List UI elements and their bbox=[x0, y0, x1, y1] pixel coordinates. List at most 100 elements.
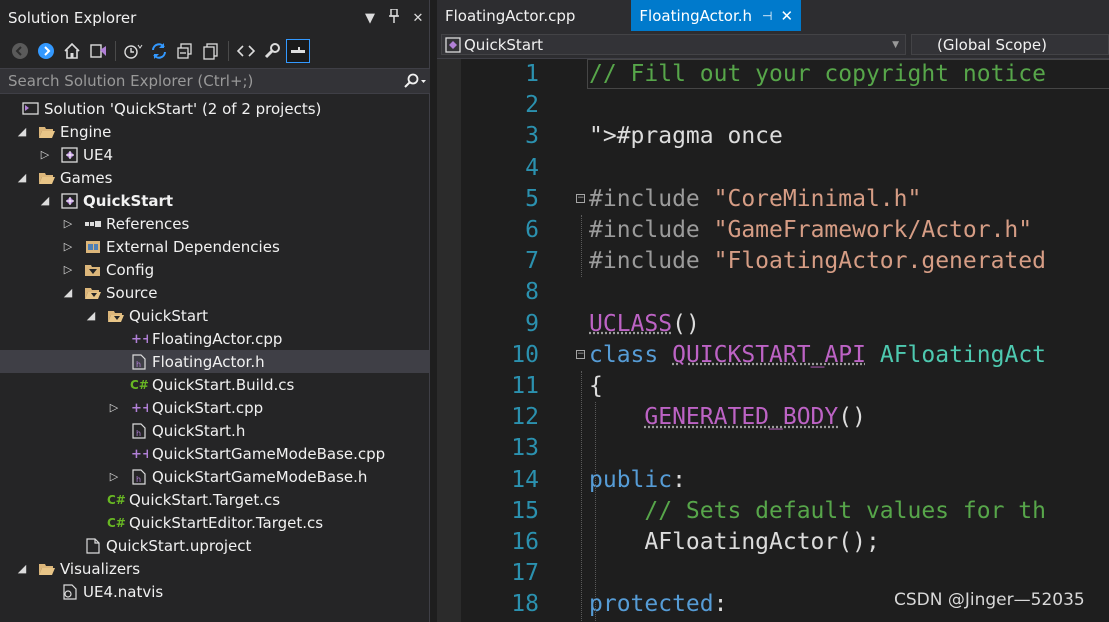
tree-item[interactable]: ◢ Games bbox=[0, 166, 430, 189]
pin-tab-icon[interactable]: ⊣ bbox=[762, 9, 772, 23]
collapse-outline-icon[interactable]: − bbox=[576, 349, 585, 359]
tree-item[interactable]: ◢ QuickStart bbox=[0, 189, 430, 212]
code-line[interactable]: 7 #include "FloatingActor.generated bbox=[461, 246, 1109, 277]
folder-open-icon bbox=[36, 166, 58, 189]
code-line[interactable]: 10 − class QUICKSTART_API AFloatingAct bbox=[461, 340, 1109, 371]
pending-changes-filter-icon[interactable] bbox=[121, 39, 145, 63]
close-icon[interactable]: ✕ bbox=[406, 11, 430, 26]
arrow-spacer bbox=[106, 350, 122, 373]
folder-open-icon bbox=[36, 557, 58, 580]
csharp-file-icon: C# bbox=[128, 373, 150, 396]
arrow-spacer bbox=[60, 534, 76, 557]
code-line[interactable]: 13 bbox=[461, 433, 1109, 464]
expanded-arrow-icon[interactable]: ◢ bbox=[14, 557, 30, 580]
collapse-outline-icon[interactable]: − bbox=[576, 193, 585, 203]
document-tab-label: FloatingActor.h bbox=[639, 6, 753, 25]
tree-item[interactable]: C# QuickStartEditor.Target.cs bbox=[0, 511, 430, 534]
solution-explorer-panel: Solution Explorer ▼ ✕ Search Solution Ex… bbox=[0, 0, 430, 622]
collapsed-arrow-icon[interactable]: ▷ bbox=[60, 258, 76, 281]
code-line[interactable]: 1 // Fill out your copyright notice bbox=[461, 59, 1109, 90]
auto-hide-pin-icon[interactable] bbox=[382, 8, 406, 27]
svg-text:h: h bbox=[136, 429, 141, 438]
document-tab[interactable]: FloatingActor.cpp bbox=[437, 0, 631, 31]
tree-item[interactable]: ◢ Source bbox=[0, 281, 430, 304]
properties-wrench-icon[interactable] bbox=[260, 39, 284, 63]
tree-item[interactable]: ▷ References bbox=[0, 212, 430, 235]
csharp-file-icon: C# bbox=[105, 511, 127, 534]
tree-item[interactable]: ++ QuickStartGameModeBase.cpp bbox=[0, 442, 430, 465]
scope-dropdown[interactable]: (Global Scope) bbox=[911, 34, 1109, 55]
tree-item[interactable]: ▷ Config bbox=[0, 258, 430, 281]
tree-item[interactable]: ▷ ++ QuickStart.cpp bbox=[0, 396, 430, 419]
expanded-arrow-icon[interactable]: ◢ bbox=[60, 281, 76, 304]
switch-views-icon[interactable] bbox=[86, 39, 110, 63]
code-line[interactable]: 11 { bbox=[461, 371, 1109, 402]
svg-text:++: ++ bbox=[131, 401, 148, 416]
code-line[interactable]: 3 ">#pragma once bbox=[461, 121, 1109, 152]
sync-icon[interactable] bbox=[147, 39, 171, 63]
tree-item[interactable]: ◢ Engine bbox=[0, 120, 430, 143]
code-line[interactable]: 6 #include "GameFramework/Actor.h" bbox=[461, 215, 1109, 246]
code-line[interactable]: 14 public: bbox=[461, 465, 1109, 496]
code-line[interactable]: 16 AFloatingActor(); bbox=[461, 527, 1109, 558]
collapsed-arrow-icon[interactable]: ▷ bbox=[37, 143, 53, 166]
line-number: 10 bbox=[511, 341, 539, 368]
line-number: 17 bbox=[511, 560, 539, 587]
tree-item[interactable]: ▷ h QuickStartGameModeBase.h bbox=[0, 465, 430, 488]
collapsed-arrow-icon[interactable]: ▷ bbox=[60, 235, 76, 258]
preview-selected-items-icon[interactable] bbox=[286, 39, 310, 63]
tree-item-label: FloatingActor.cpp bbox=[152, 329, 283, 348]
back-icon[interactable] bbox=[8, 39, 32, 63]
tree-item-label: FloatingActor.h bbox=[152, 352, 265, 371]
collapsed-arrow-icon[interactable]: ▷ bbox=[106, 396, 122, 419]
tree-item[interactable]: ◢ Visualizers bbox=[0, 557, 430, 580]
tree-item[interactable]: Solution 'QuickStart' (2 of 2 projects) bbox=[0, 97, 430, 120]
code-line[interactable]: 9 UCLASS() bbox=[461, 309, 1109, 340]
collapsed-arrow-icon[interactable]: ▷ bbox=[60, 212, 76, 235]
search-input[interactable] bbox=[8, 72, 400, 90]
code-editor[interactable]: 1 // Fill out your copyright notice 2 3 ">#p… bbox=[461, 59, 1109, 622]
tree-item[interactable]: QuickStart.uproject bbox=[0, 534, 430, 557]
expanded-arrow-icon[interactable]: ◢ bbox=[83, 304, 99, 327]
collapsed-arrow-icon[interactable]: ▷ bbox=[106, 465, 122, 488]
window-menu-dropdown-icon[interactable]: ▼ bbox=[358, 11, 382, 26]
collapse-all-icon[interactable] bbox=[173, 39, 197, 63]
tree-item[interactable]: C# QuickStart.Target.cs bbox=[0, 488, 430, 511]
expanded-arrow-icon[interactable]: ◢ bbox=[14, 120, 30, 143]
class-dropdown[interactable]: QuickStart ▼ bbox=[441, 34, 906, 55]
line-number: 7 bbox=[525, 248, 539, 275]
search-icon[interactable] bbox=[400, 73, 430, 89]
show-all-files-icon[interactable] bbox=[199, 39, 223, 63]
tree-item[interactable]: ++ FloatingActor.cpp bbox=[0, 327, 430, 350]
tree-item[interactable]: ◢ QuickStart bbox=[0, 304, 430, 327]
code-line[interactable]: 15 // Sets default values for th bbox=[461, 496, 1109, 527]
home-icon[interactable] bbox=[60, 39, 84, 63]
code-line[interactable]: 4 bbox=[461, 153, 1109, 184]
code-text: #include "CoreMinimal.h" bbox=[589, 185, 922, 212]
tree-item[interactable]: C# QuickStart.Build.cs bbox=[0, 373, 430, 396]
tree-item[interactable]: ▷ UE4 bbox=[0, 143, 430, 166]
tree-item-label: Games bbox=[60, 168, 113, 187]
tree-item[interactable]: h FloatingActor.h bbox=[0, 350, 430, 373]
line-number: 1 bbox=[525, 61, 539, 87]
code-line[interactable]: 17 bbox=[461, 558, 1109, 589]
tree-item[interactable]: ▷ External Dependencies bbox=[0, 235, 430, 258]
tree-item[interactable]: UE4.natvis bbox=[0, 580, 430, 603]
cpp-file-icon: ++ bbox=[128, 327, 150, 350]
document-tab[interactable]: FloatingActor.h ⊣ ✕ bbox=[631, 0, 802, 31]
csharp-file-icon: C# bbox=[105, 488, 127, 511]
expanded-arrow-icon[interactable]: ◢ bbox=[14, 166, 30, 189]
close-tab-icon[interactable]: ✕ bbox=[780, 7, 793, 25]
forward-icon[interactable] bbox=[34, 39, 58, 63]
tree-item-label: Solution 'QuickStart' (2 of 2 projects) bbox=[44, 99, 322, 118]
expanded-arrow-icon[interactable]: ◢ bbox=[37, 189, 53, 212]
solution-explorer-search bbox=[0, 68, 430, 94]
svg-text:++: ++ bbox=[131, 447, 148, 462]
code-line[interactable]: 2 bbox=[461, 90, 1109, 121]
code-line[interactable]: 8 bbox=[461, 277, 1109, 308]
tree-item[interactable]: h QuickStart.h bbox=[0, 419, 430, 442]
code-line[interactable]: 12 GENERATED_BODY() bbox=[461, 402, 1109, 433]
solution-explorer-titlebar: Solution Explorer ▼ ✕ bbox=[0, 0, 430, 36]
code-line[interactable]: 5 − #include "CoreMinimal.h" bbox=[461, 184, 1109, 215]
view-code-icon[interactable] bbox=[234, 39, 258, 63]
